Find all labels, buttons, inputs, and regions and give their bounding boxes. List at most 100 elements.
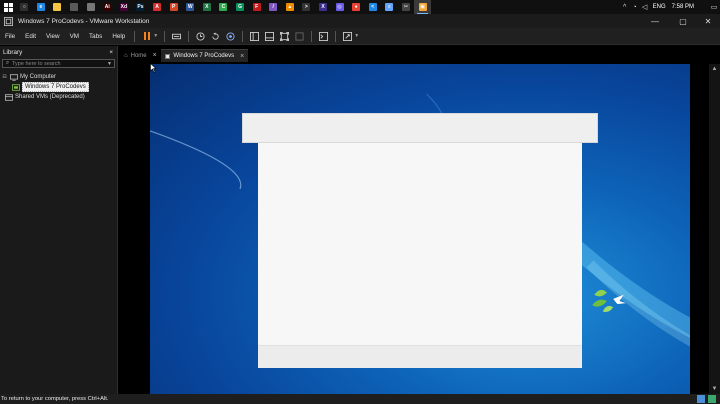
taskbar-feather-icon[interactable]: /	[265, 0, 282, 14]
pause-dropdown-icon[interactable]: ▼	[153, 33, 158, 39]
taskbar-excel-icon[interactable]: X	[199, 0, 216, 14]
snapshot-manager-button[interactable]	[224, 30, 237, 43]
vm-console[interactable]	[150, 64, 690, 394]
collapse-icon[interactable]: ⊟	[0, 74, 9, 80]
tree-item-my-computer[interactable]: ⊟ My Computer	[0, 72, 117, 82]
taskbar-xampp-icon[interactable]: X	[315, 0, 332, 14]
language-indicator[interactable]: ENG	[653, 4, 666, 10]
taskbar-powerpoint-icon[interactable]: P	[165, 0, 182, 14]
taskbar-cortana-icon[interactable]: ○	[16, 0, 33, 14]
menu-tabs[interactable]: Tabs	[84, 33, 107, 40]
tree-item-shared-vms[interactable]: Shared VMs (Deprecated)	[0, 92, 117, 102]
taskbar-illustrator-icon[interactable]: Ai	[99, 0, 116, 14]
taskbar-mail-icon[interactable]	[82, 0, 99, 14]
taskbar-camtasia-icon[interactable]: C	[215, 0, 232, 14]
mouse-cursor-icon	[150, 63, 157, 73]
tab-vm-label: Windows 7 ProCodevs	[173, 53, 235, 59]
revert-snapshot-button[interactable]	[209, 30, 222, 43]
scroll-down-icon[interactable]: ▼	[709, 384, 720, 394]
start-button[interactable]	[0, 0, 16, 14]
library-header: Library ×	[0, 46, 117, 58]
store-glyph	[70, 3, 79, 11]
menu-file[interactable]: File	[0, 33, 20, 40]
network-adapter-icon[interactable]	[697, 395, 705, 403]
setup-dialog[interactable]	[258, 143, 582, 368]
console-view-button[interactable]	[317, 30, 330, 43]
send-ctrl-alt-del-button[interactable]	[170, 30, 183, 43]
toolbar-divider	[311, 30, 313, 42]
network-icon[interactable]: ◔	[630, 0, 640, 14]
menu-vm[interactable]: VM	[65, 33, 84, 40]
toolbar-divider	[188, 30, 190, 42]
toolbar-divider	[164, 30, 166, 42]
tab-home[interactable]: ⌂ Home ×	[120, 49, 161, 62]
camtasia-glyph: C	[219, 3, 228, 11]
gitkraken-glyph: G	[236, 3, 245, 11]
snapshot-button[interactable]	[194, 30, 207, 43]
show-library-button[interactable]	[248, 30, 261, 43]
illustrator-glyph: Ai	[103, 3, 112, 11]
xd-glyph: Xd	[119, 3, 128, 11]
vlc-glyph: ▲	[285, 3, 294, 11]
notepad-glyph: ≡	[385, 3, 394, 11]
display-icon[interactable]	[708, 395, 716, 403]
full-screen-button[interactable]	[278, 30, 291, 43]
vertical-scrollbar[interactable]: ▲ ▼	[709, 64, 720, 394]
vm-icon	[11, 83, 20, 91]
taskbar-acrobat-icon[interactable]: A	[149, 0, 166, 14]
volume-icon[interactable]: ◁	[640, 0, 650, 14]
vm-tab-icon: ▣	[164, 53, 171, 60]
chevron-up-icon[interactable]: ^	[620, 0, 630, 14]
taskbar-word-icon[interactable]: W	[182, 0, 199, 14]
taskbar-discord-icon[interactable]: ◎	[331, 0, 348, 14]
unity-button[interactable]	[293, 30, 306, 43]
notification-icon[interactable]: ▭	[708, 3, 720, 11]
taskbar-capcut-icon[interactable]: ✂	[398, 0, 415, 14]
taskbar-gitkraken-icon[interactable]: G	[232, 0, 249, 14]
tab-home-close-icon[interactable]: ×	[153, 52, 157, 59]
taskbar-store-icon[interactable]	[66, 0, 83, 14]
close-window-button[interactable]: ✕	[694, 14, 720, 28]
setup-dialog-header	[242, 113, 598, 143]
edge-glyph: e	[36, 3, 45, 11]
filezilla-glyph: F	[252, 3, 261, 11]
maximize-button[interactable]: ▢	[669, 14, 697, 28]
taskbar-vlc-icon[interactable]: ▲	[282, 0, 299, 14]
menu-view[interactable]: View	[41, 33, 65, 40]
library-search[interactable]: ⌕ Type here to search ▼	[2, 59, 115, 68]
taskbar-chrome-icon[interactable]: ●	[348, 0, 365, 14]
acrobat-glyph: A	[153, 3, 162, 11]
taskbar-filezilla-icon[interactable]: F	[248, 0, 265, 14]
minimize-button[interactable]: —	[641, 14, 669, 28]
thumbnail-bar-button[interactable]	[263, 30, 276, 43]
taskbar-photoshop-icon[interactable]: Ps	[132, 0, 149, 14]
windows-taskbar: ○ e Ai Xd Ps A P W X C G F / ▲ > X ◎ ● < ≡ ✂ ▣ ^ ◔ ◁ ENG 7:58…	[0, 0, 720, 14]
clock[interactable]: 7:58 PM	[672, 4, 694, 10]
chevron-down-icon[interactable]: ▼	[107, 60, 112, 68]
taskbar-vscode-icon[interactable]: <	[364, 0, 381, 14]
status-text: To return to your computer, press Ctrl+A…	[1, 396, 109, 402]
taskbar-vmware-icon[interactable]: ▣	[414, 0, 431, 14]
tree-item-vm[interactable]: Windows 7 ProCodevs	[0, 82, 117, 92]
taskbar-notepad-icon[interactable]: ≡	[381, 0, 398, 14]
menu-edit[interactable]: Edit	[20, 33, 41, 40]
library-close-button[interactable]: ×	[109, 49, 113, 56]
menu-toolbar: File Edit View VM Tabs Help ▼ ▼	[0, 28, 720, 45]
stretch-guest-button[interactable]	[341, 30, 354, 43]
menu-help[interactable]: Help	[107, 33, 130, 40]
windows-flag-logo-icon	[592, 289, 626, 313]
taskbar-cmd-icon[interactable]: >	[298, 0, 315, 14]
revert-icon	[212, 31, 219, 40]
capcut-glyph: ✂	[401, 3, 410, 11]
tab-windows-7-procodevs[interactable]: ▣ Windows 7 ProCodevs ×	[160, 49, 249, 62]
stretch-dropdown-icon[interactable]: ▼	[354, 33, 359, 39]
cortana-glyph: ○	[20, 3, 29, 11]
taskbar-file-explorer-icon[interactable]	[49, 0, 66, 14]
pause-button[interactable]	[140, 30, 153, 43]
xampp-glyph: X	[318, 3, 327, 11]
scroll-up-icon[interactable]: ▲	[709, 64, 720, 74]
vmware-glyph: ▣	[418, 3, 427, 11]
taskbar-xd-icon[interactable]: Xd	[116, 0, 133, 14]
tab-vm-close-icon[interactable]: ×	[240, 53, 244, 60]
taskbar-edge-icon[interactable]: e	[33, 0, 50, 14]
